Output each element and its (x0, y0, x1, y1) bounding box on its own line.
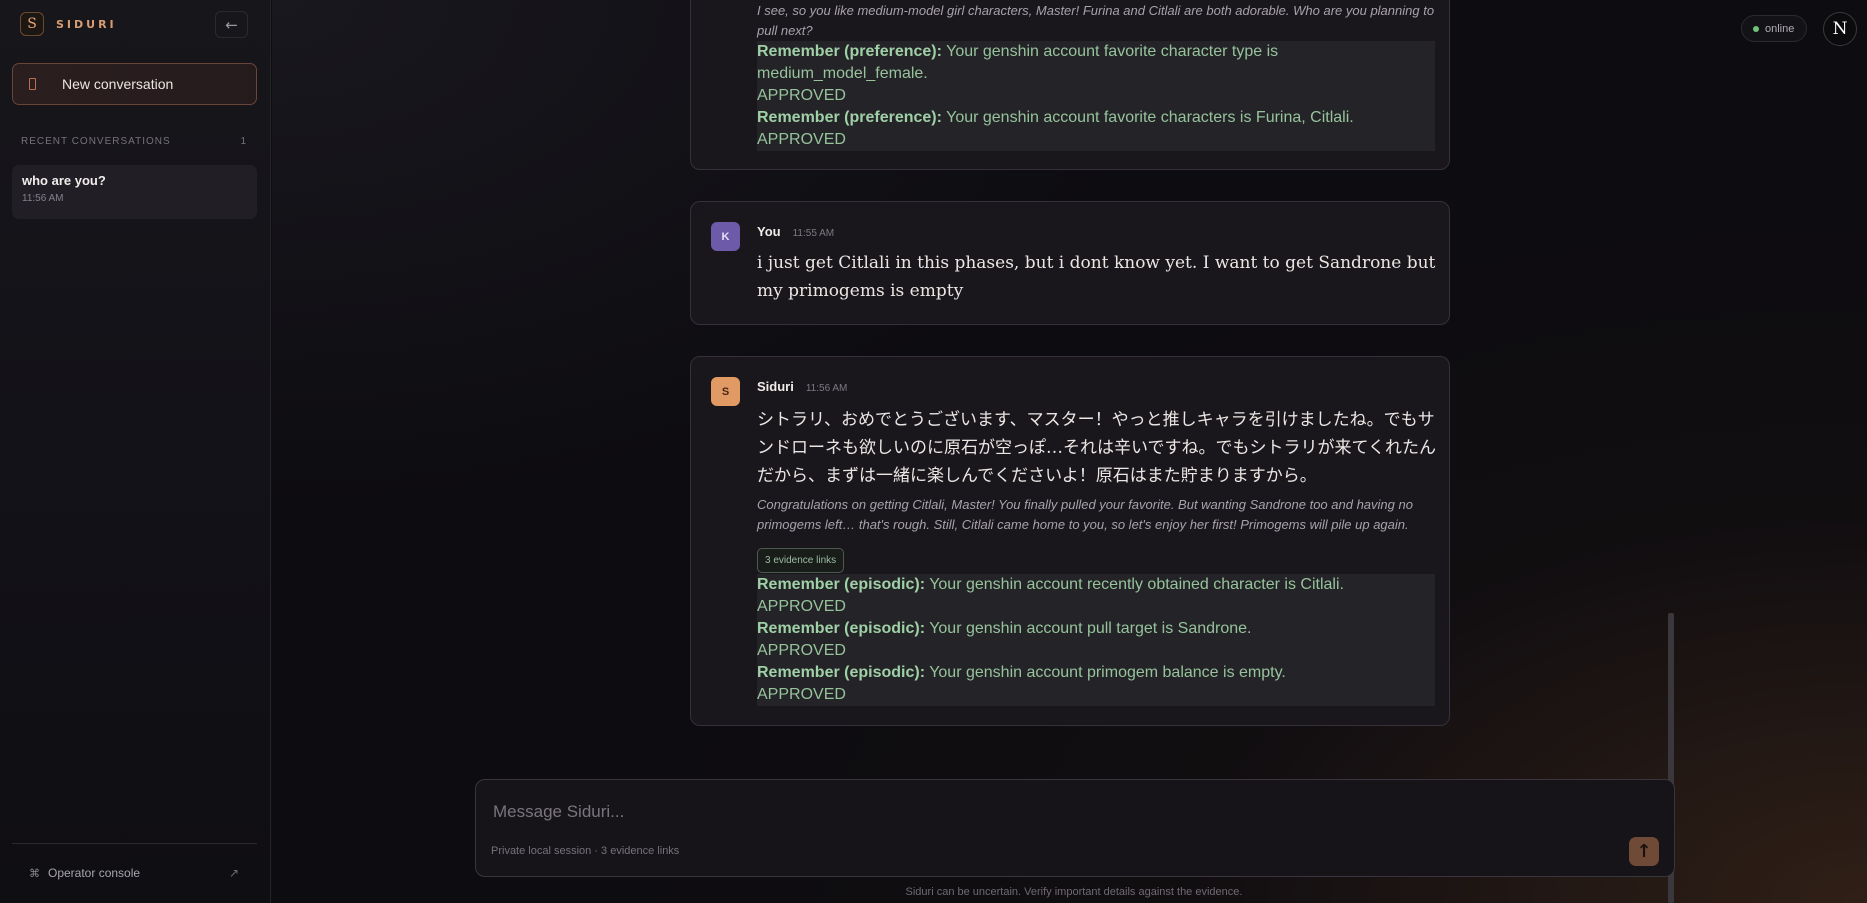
composer-hint: Private local session · 3 evidence links (491, 845, 680, 857)
memory-item: Remember (episodic): Your genshin accoun… (757, 618, 1435, 640)
recent-conversations-header: RECENT CONVERSATIONS 1 (21, 136, 247, 147)
brand-logo: S (20, 12, 44, 36)
brand: S SIDURI (20, 12, 117, 36)
online-dot-icon (1753, 25, 1759, 32)
message-meta: Siduri 11:56 AM (757, 379, 847, 394)
composer: Private local session · 3 evidence links… (475, 779, 1675, 877)
operator-console-link[interactable]: ⌘ Operator console (29, 866, 140, 880)
operator-console-label: Operator console (48, 866, 141, 880)
memory-item: Remember (episodic): Your genshin accoun… (757, 574, 1435, 596)
message-author: You (757, 224, 781, 239)
brand-name: SIDURI (56, 17, 117, 31)
message-translation: I see, so you like medium-model girl cha… (757, 3, 1435, 38)
message-text: シトラリ、おめでとうございます、マスター！やっと推しキャラを引けましたね。でもサ… (757, 410, 1436, 486)
memory-kind: Remember (episodic): (757, 620, 926, 637)
sidebar: S SIDURI ← New conversation RECENT CONVE… (0, 0, 271, 903)
memory-text: Your genshin account pull target is Sand… (925, 620, 1252, 637)
memory-block: Remember (episodic): Your genshin accoun… (757, 574, 1435, 706)
new-conversation-label: New conversation (62, 76, 174, 92)
memory-item: Remember (episodic): Your genshin accoun… (757, 662, 1435, 684)
message-time: 11:55 AM (792, 228, 835, 239)
status-badge: online (1741, 15, 1807, 42)
memory-kind: Remember (preference): (757, 43, 942, 60)
disclaimer: Siduri can be uncertain. Verify importan… (905, 886, 1243, 898)
external-link-icon[interactable]: ↗ (229, 866, 239, 880)
send-button[interactable]: ↑ (1629, 837, 1659, 866)
memory-kind: Remember (preference): (757, 109, 942, 126)
memory-kind: Remember (episodic): (757, 664, 926, 681)
memory-text: Your genshin account primogem balance is… (925, 664, 1286, 681)
memory-status: APPROVED (757, 642, 846, 659)
status-text: online (1765, 22, 1795, 35)
avatar: K (711, 222, 740, 251)
arrow-up-icon: ↑ (1636, 841, 1652, 862)
conversation-time: 11:56 AM (22, 193, 64, 204)
memory-status: APPROVED (757, 131, 846, 148)
recent-count: 1 (240, 136, 247, 147)
memory-item: Remember (preference): Your genshin acco… (757, 41, 1435, 85)
memory-status: APPROVED (757, 686, 846, 703)
message-author: Siduri (757, 379, 794, 394)
memory-status: APPROVED (757, 87, 846, 104)
memory-item: Remember (preference): Your genshin acco… (757, 107, 1435, 129)
message-card: I see, so you like medium-model girl cha… (690, 0, 1450, 170)
message-card: S Siduri 11:56 AM シトラリ、おめでとうございます、マスター！や… (690, 356, 1450, 726)
memory-kind: Remember (episodic): (757, 576, 926, 593)
memory-status: APPROVED (757, 598, 846, 615)
message-meta: You 11:55 AM (757, 224, 834, 239)
message-input[interactable] (493, 800, 1593, 824)
avatar: S (711, 377, 740, 406)
sidebar-divider (12, 843, 257, 844)
arrow-left-icon: ← (225, 15, 238, 34)
memory-text: Your genshin account favorite characters… (941, 109, 1354, 126)
message-text: i just get Citlali in this phases, but i… (757, 253, 1436, 301)
message-time: 11:56 AM (805, 383, 848, 394)
user-avatar[interactable]: N (1823, 12, 1857, 46)
recent-heading: RECENT CONVERSATIONS (21, 136, 171, 147)
conversation-title: who are you? (22, 173, 106, 188)
conversation-item[interactable]: who are you? 11:56 AM (12, 165, 257, 219)
memory-block: Remember (preference): Your genshin acco… (757, 41, 1435, 151)
message-card: K You 11:55 AM i just get Citlali in thi… (690, 201, 1450, 325)
new-conversation-button[interactable]: New conversation (12, 63, 257, 105)
memory-text: Your genshin account recently obtained c… (925, 576, 1344, 593)
command-icon: ⌘ (29, 867, 40, 880)
new-chat-icon (29, 78, 36, 90)
evidence-links-button[interactable]: 3 evidence links (757, 548, 845, 573)
collapse-sidebar-button[interactable]: ← (215, 11, 248, 38)
message-translation: Congratulations on getting Citlali, Mast… (757, 497, 1413, 532)
